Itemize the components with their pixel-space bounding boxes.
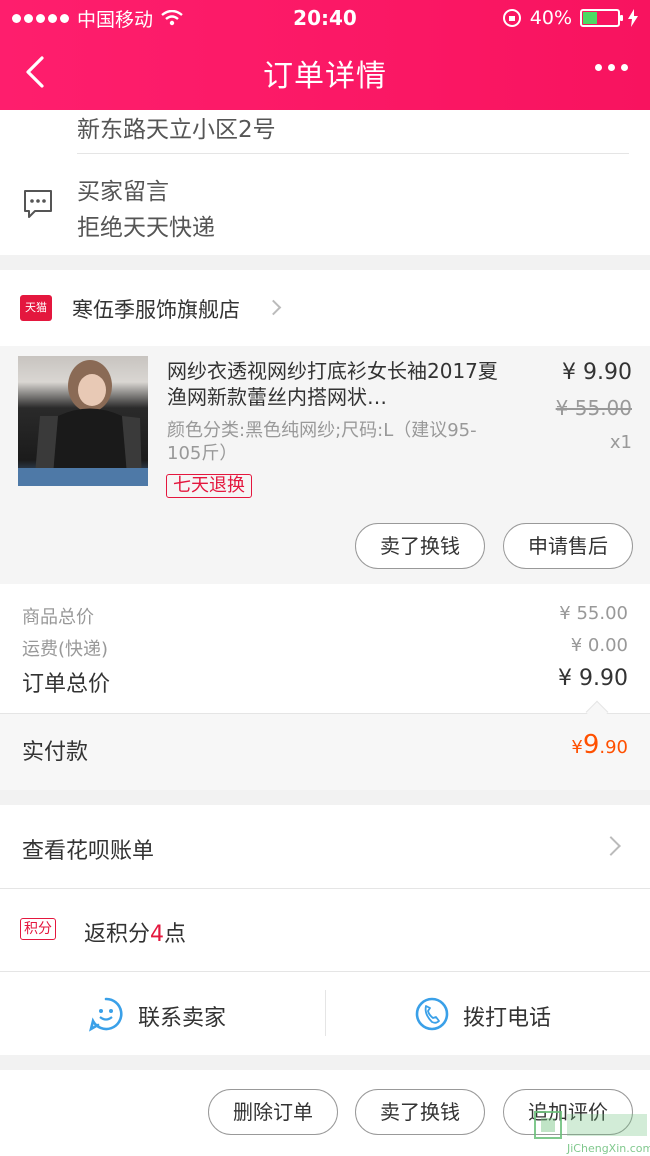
- points-badge: 积分: [20, 918, 56, 940]
- paid-amount: ¥9.90: [571, 730, 628, 760]
- nav-bar: 订单详情: [0, 42, 650, 104]
- shipping-value: ¥ 0.00: [570, 635, 628, 656]
- return-policy-badge: 七天退换: [166, 474, 252, 498]
- phone-icon: [415, 997, 449, 1031]
- points-text: 返积分4点: [84, 916, 186, 948]
- divider: [0, 888, 650, 889]
- shop-name[interactable]: 寒伍季服饰旗舰店: [72, 294, 240, 324]
- delete-order-button[interactable]: 删除订单: [208, 1089, 338, 1135]
- product-price: ¥ 9.90: [562, 360, 632, 385]
- product-spec: 颜色分类:黑色纯网纱;尺码:L（建议95-105斤）: [167, 420, 477, 464]
- huabei-row[interactable]: 查看花呗账单: [0, 805, 650, 888]
- page-title: 订单详情: [263, 59, 387, 94]
- points-suffix: 点: [164, 922, 187, 947]
- battery-percent: 40%: [529, 7, 572, 29]
- status-bar: 中国移动 20:40 40%: [0, 0, 650, 36]
- product-item[interactable]: 网纱衣透视网纱打底衫女长袖2017夏渔网新款蕾丝内搭网状… 颜色分类:黑色纯网纱…: [0, 346, 650, 584]
- chat-face-icon: [88, 997, 123, 1032]
- watermark-text: JiChengXin.com: [567, 1142, 650, 1155]
- watermark-logo: [534, 1111, 647, 1139]
- paid-row: [0, 713, 650, 790]
- message-icon: [24, 190, 52, 218]
- back-arrow-icon: [26, 56, 44, 88]
- paid-label: 实付款: [22, 740, 89, 765]
- points-value: 4: [150, 922, 165, 947]
- product-image[interactable]: [18, 356, 148, 486]
- order-total-value: ¥ 9.90: [558, 666, 628, 691]
- battery-icon: [580, 9, 623, 27]
- paid-decimal: .90: [599, 737, 628, 758]
- huabei-label: 查看花呗账单: [22, 839, 155, 864]
- watermark: JiChengXin.com: [533, 1108, 650, 1156]
- buyer-message-text: 拒绝天天快递: [77, 215, 215, 241]
- tmall-icon: 天猫: [20, 295, 52, 321]
- contact-seller-label: 联系卖家: [138, 1006, 227, 1031]
- sell-for-cash-button[interactable]: 卖了换钱: [355, 523, 485, 569]
- app-header: 中国移动 20:40 40% 订单详情: [0, 0, 650, 110]
- goods-total-label: 商品总价: [22, 607, 94, 628]
- buyer-message-title: 买家留言: [77, 179, 169, 205]
- goods-total-value: ¥ 55.00: [559, 603, 628, 624]
- call-phone-button[interactable]: 拨打电话: [326, 972, 650, 1055]
- product-original-price: ¥ 55.00: [555, 396, 632, 420]
- charging-icon: [628, 9, 638, 27]
- contact-seller-button[interactable]: 联系卖家: [0, 972, 325, 1055]
- divider: [77, 153, 629, 154]
- order-total-label: 订单总价: [22, 672, 111, 697]
- product-title[interactable]: 网纱衣透视网纱打底衫女长袖2017夏渔网新款蕾丝内搭网状…: [167, 358, 502, 410]
- product-quantity: x1: [609, 432, 632, 453]
- points-prefix: 返积分: [84, 922, 151, 947]
- paid-int: 9: [582, 730, 600, 760]
- sell-for-cash-button[interactable]: 卖了换钱: [355, 1089, 485, 1135]
- more-button[interactable]: [595, 64, 628, 71]
- shipping-label: 运费(快递): [22, 639, 109, 660]
- huabei-chevron-icon: [601, 836, 621, 856]
- after-sale-button[interactable]: 申请售后: [503, 523, 633, 569]
- call-phone-label: 拨打电话: [463, 1006, 552, 1031]
- back-button[interactable]: [18, 52, 58, 92]
- paid-currency: ¥: [571, 737, 583, 758]
- orientation-lock-icon: [502, 9, 521, 27]
- address-line: 新东路天立小区2号: [77, 117, 276, 143]
